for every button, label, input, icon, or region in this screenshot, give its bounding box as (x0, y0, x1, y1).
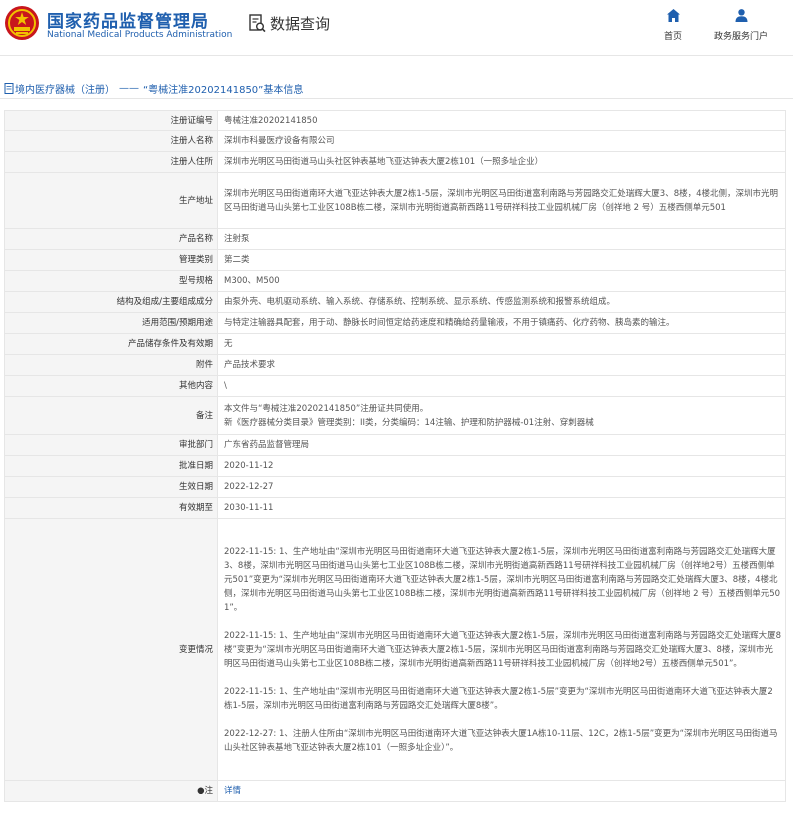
table-row: 产品名称 注射泵 (4, 228, 786, 250)
table-row: 注册人名称 深圳市科曼医疗设备有限公司 (4, 130, 786, 152)
table-row: ●注 详情 (4, 780, 786, 802)
device-details-table: 注册证编号 粤械注准20202141850 注册人名称 深圳市科曼医疗设备有限公… (4, 110, 786, 802)
table-row: 管理类别 第二类 (4, 249, 786, 271)
row-value: 注射泵 (217, 228, 786, 250)
org-name-cn: 国家药品监督管理局 (47, 12, 209, 32)
row-value: 2022-12-27 (217, 476, 786, 498)
breadcrumb-section-link[interactable]: 境内医疗器械（注册） (15, 81, 115, 96)
org-name-en: National Medical Products Administration (47, 30, 233, 40)
national-emblem-logo[interactable] (4, 5, 40, 41)
row-label: 产品储存条件及有效期 (4, 333, 218, 355)
home-icon (666, 9, 680, 22)
details-link[interactable]: 详情 (224, 786, 241, 796)
row-label: 批准日期 (4, 455, 218, 477)
row-label: 结构及组成/主要组成成分 (4, 291, 218, 313)
document-icon (4, 83, 14, 94)
row-label: 管理类别 (4, 249, 218, 271)
table-row: 备注 本文件与“粤械注准20202141850”注册证共同使用。 新《医疗器械分… (4, 396, 786, 435)
change-record: 2022-12-27: 1、注册人住所由“深圳市光明区马田街道南环大道飞亚达钟表… (224, 728, 778, 753)
document-search-icon (249, 13, 266, 32)
table-row: 适用范围/预期用途 与特定注输器具配套，用于动、静脉长时间恒定给药速度和精确给药… (4, 312, 786, 334)
nav-home-label: 首页 (663, 32, 682, 42)
row-value: 2030-11-11 (217, 497, 786, 519)
table-row: 生产地址 深圳市光明区马田街道南环大道飞亚达钟表大厦2栋1-5层，深圳市光明区马… (4, 172, 786, 229)
nav-home-button[interactable]: 首页 (638, 8, 708, 42)
nav-service-portal-label: 政务服务门户 (713, 32, 768, 42)
row-value: 本文件与“粤械注准20202141850”注册证共同使用。 新《医疗器械分类目录… (217, 396, 786, 435)
table-row: 变更情况 2022-11-15: 1、生产地址由“深圳市光明区马田街道南环大道飞… (4, 518, 786, 781)
row-value: 2022-11-15: 1、生产地址由“深圳市光明区马田街道南环大道飞亚达钟表大… (217, 518, 786, 781)
table-row: 型号规格 M300、M500 (4, 270, 786, 292)
nav-service-portal-button[interactable]: 政务服务门户 (706, 8, 776, 42)
row-label: 附件 (4, 354, 218, 376)
change-record: 2022-11-15: 1、生产地址由“深圳市光明区马田街道南环大道飞亚达钟表大… (224, 686, 773, 711)
remark-line: 本文件与“粤械注准20202141850”注册证共同使用。 (224, 403, 429, 414)
row-label: 产品名称 (4, 228, 218, 250)
row-label: 注册证编号 (4, 110, 218, 131)
row-label: 有效期至 (4, 497, 218, 519)
table-row: 附件 产品技术要求 (4, 354, 786, 376)
breadcrumb-separator: —— (119, 83, 139, 94)
row-value: 广东省药品监督管理局 (217, 434, 786, 456)
page-title: “粤械注准20202141850”基本信息 (143, 85, 304, 96)
data-query-title[interactable]: 数据查询 (249, 12, 330, 34)
change-record: 2022-11-15: 1、生产地址由“深圳市光明区马田街道南环大道飞亚达钟表大… (224, 546, 781, 613)
row-value: 由泵外壳、电机驱动系统、输入系统、存储系统、控制系统、显示系统、传感监测系统和报… (217, 291, 786, 313)
table-row: 注册人住所 深圳市光明区马田街道马山头社区钟表基地飞亚达钟表大厦2栋101（一照… (4, 151, 786, 173)
row-label: 注册人住所 (4, 151, 218, 173)
table-row: 有效期至 2030-11-11 (4, 497, 786, 519)
row-label: 备注 (4, 396, 218, 435)
user-icon (735, 9, 747, 22)
row-label: 生效日期 (4, 476, 218, 498)
row-value: 与特定注输器具配套，用于动、静脉长时间恒定给药速度和精确给药量输液，不用于镇痛药… (217, 312, 786, 334)
breadcrumb: 境内医疗器械（注册） —— “粤械注准20202141850”基本信息 (0, 79, 793, 99)
row-value: M300、M500 (217, 270, 786, 292)
row-value: 详情 (217, 780, 786, 802)
row-value: 粤械注准20202141850 (217, 110, 786, 131)
row-value: 深圳市科曼医疗设备有限公司 (217, 130, 786, 152)
row-label: 变更情况 (4, 518, 218, 781)
table-row: 生效日期 2022-12-27 (4, 476, 786, 498)
row-label: 型号规格 (4, 270, 218, 292)
site-header: 国家药品监督管理局 National Medical Products Admi… (0, 0, 793, 56)
row-label: 注册人名称 (4, 130, 218, 152)
row-value: 产品技术要求 (217, 354, 786, 376)
table-row: 结构及组成/主要组成成分 由泵外壳、电机驱动系统、输入系统、存储系统、控制系统、… (4, 291, 786, 313)
row-value: 深圳市光明区马田街道马山头社区钟表基地飞亚达钟表大厦2栋101（一照多址企业） (217, 151, 786, 173)
row-label: 适用范围/预期用途 (4, 312, 218, 334)
table-row: 产品储存条件及有效期 无 (4, 333, 786, 355)
table-row: 审批部门 广东省药品监督管理局 (4, 434, 786, 456)
row-value: 2020-11-12 (217, 455, 786, 477)
row-value: 第二类 (217, 249, 786, 271)
row-label: ●注 (4, 780, 218, 802)
change-record: 2022-11-15: 1、生产地址由“深圳市光明区马田街道南环大道飞亚达钟表大… (224, 630, 781, 669)
table-row: 注册证编号 粤械注准20202141850 (4, 110, 786, 131)
data-query-label: 数据查询 (270, 14, 331, 33)
remark-line: 新《医疗器械分类目录》管理类别：II类，分类编码：14注输、护理和防护器械-01… (224, 417, 594, 428)
row-label: 其他内容 (4, 375, 218, 397)
row-value: 无 (217, 333, 786, 355)
table-row: 其他内容 \ (4, 375, 786, 397)
row-value: \ (217, 375, 786, 397)
row-label: 审批部门 (4, 434, 218, 456)
row-value: 深圳市光明区马田街道南环大道飞亚达钟表大厦2栋1-5层，深圳市光明区马田街道富利… (217, 172, 786, 229)
row-label: 生产地址 (4, 172, 218, 229)
table-row: 批准日期 2020-11-12 (4, 455, 786, 477)
